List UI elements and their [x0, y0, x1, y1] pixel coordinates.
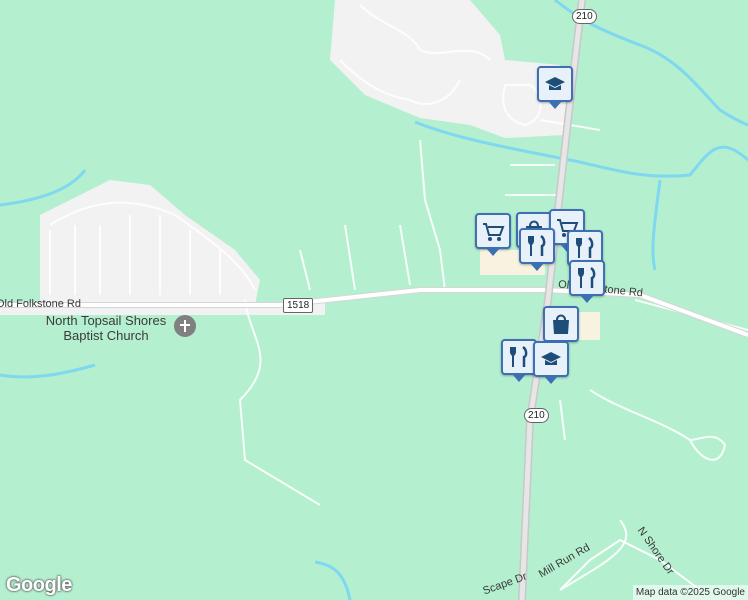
route-shield-1518: 1518 [283, 298, 314, 313]
pin-restaurant-3[interactable] [569, 260, 605, 303]
map-canvas[interactable]: Old Folkstone Rd Old Folkstone Rd Mill R… [0, 0, 748, 600]
shopping-cart-icon [483, 223, 505, 241]
google-logo: Google [6, 574, 72, 596]
route-shield-210-north: 210 [572, 9, 597, 24]
pin-school-2[interactable] [533, 341, 569, 384]
pin-grocery-1[interactable] [475, 213, 511, 256]
fork-knife-icon [528, 235, 546, 256]
map-attribution[interactable]: Map data ©2025 Google [632, 585, 748, 600]
fork-knife-icon [510, 346, 528, 367]
shopping-bag-icon [553, 314, 569, 334]
graduation-cap-icon [545, 77, 565, 90]
pin-school-1[interactable] [537, 66, 573, 109]
pin-restaurant-4[interactable] [501, 339, 537, 382]
road-label-old-folkstone: Old Folkstone Rd [0, 298, 81, 310]
fork-knife-icon [578, 267, 596, 288]
route-shield-210-south: 210 [524, 408, 549, 423]
pin-shopping-2[interactable] [543, 306, 579, 349]
pin-restaurant-1[interactable] [519, 228, 555, 271]
graduation-cap-icon [541, 352, 561, 365]
map-base-layer [0, 0, 748, 600]
church-label[interactable]: North Topsail Shores Baptist Church [36, 313, 176, 343]
fork-knife-icon [576, 237, 594, 258]
church-icon[interactable] [174, 315, 196, 337]
